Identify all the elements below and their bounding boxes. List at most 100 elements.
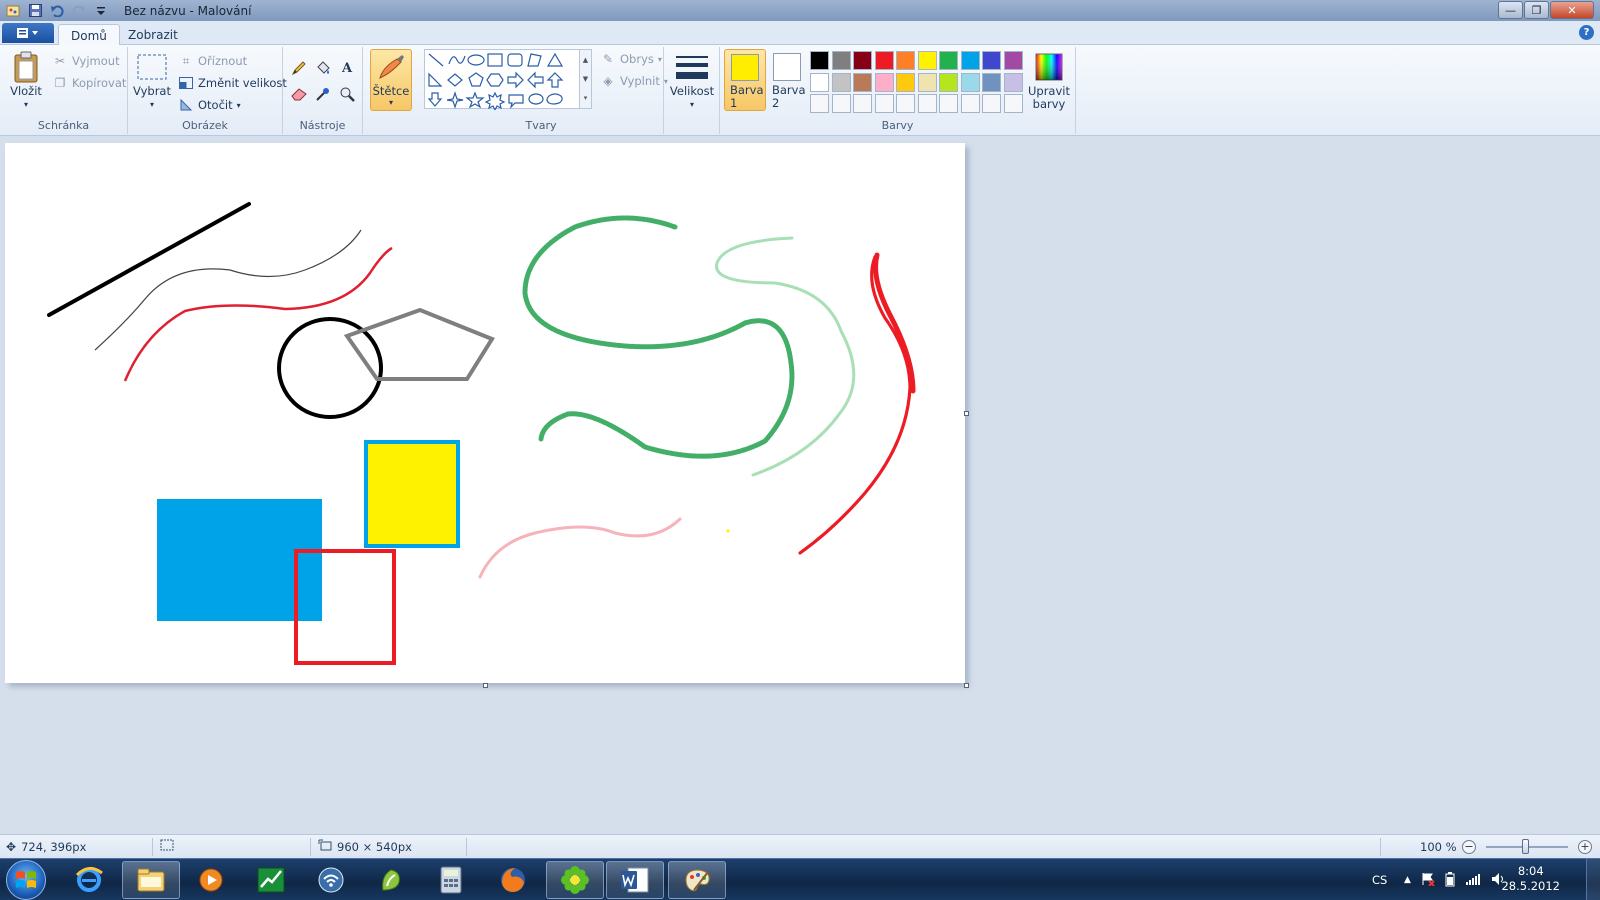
firefox-icon[interactable] xyxy=(484,861,542,899)
magnifier-icon[interactable] xyxy=(336,83,358,105)
taskbar: CS ▲ 8:04 28.5.2012 xyxy=(0,858,1600,900)
size-button[interactable]: Velikost ▾ xyxy=(670,51,714,111)
redo-icon[interactable] xyxy=(70,2,88,19)
rotate-button[interactable]: Otočit ▾ xyxy=(178,97,241,113)
color-swatch[interactable] xyxy=(982,94,1001,113)
help-icon[interactable]: ? xyxy=(1579,25,1594,40)
zoom-out-button[interactable]: − xyxy=(1462,840,1476,854)
scroll-up-icon: ▲ xyxy=(582,55,589,64)
color-swatch[interactable] xyxy=(939,72,958,92)
color-swatch[interactable] xyxy=(917,51,937,70)
app-icon[interactable] xyxy=(362,861,420,899)
text-icon[interactable]: A xyxy=(336,57,358,79)
application-menu-button[interactable] xyxy=(2,23,54,43)
cursor-move-icon: ✥ xyxy=(6,839,17,854)
system-clock[interactable]: 8:04 28.5.2012 xyxy=(1501,864,1560,894)
color-swatch[interactable] xyxy=(917,94,937,113)
color-swatch[interactable] xyxy=(982,51,1001,70)
tray-language[interactable]: CS xyxy=(1372,859,1387,900)
battery-icon[interactable] xyxy=(1445,871,1455,890)
color2-button[interactable]: Barva 2 xyxy=(766,49,808,111)
media-player-icon[interactable] xyxy=(182,861,240,899)
scissors-icon: ✂ xyxy=(54,54,66,68)
color-swatch[interactable] xyxy=(939,94,958,113)
internet-explorer-icon[interactable] xyxy=(60,861,118,899)
close-button[interactable]: ✕ xyxy=(1550,1,1594,19)
edit-colors-button[interactable]: Upravit barvy xyxy=(1026,51,1072,111)
calculator-icon[interactable] xyxy=(422,861,480,899)
color-swatch[interactable] xyxy=(874,72,894,92)
word-icon[interactable] xyxy=(606,861,664,899)
color-swatch[interactable] xyxy=(810,94,829,113)
resize-handle-bottom[interactable] xyxy=(483,683,488,688)
color-swatch[interactable] xyxy=(896,94,915,113)
graph-app-icon[interactable] xyxy=(242,861,300,899)
pencil-icon[interactable] xyxy=(288,57,310,79)
color-picker-icon[interactable] xyxy=(312,83,334,105)
select-button[interactable]: Vybrat ▾ xyxy=(133,51,171,111)
maximize-button[interactable]: ❐ xyxy=(1524,1,1549,19)
eraser-icon[interactable] xyxy=(288,83,310,105)
customize-dropdown-icon[interactable] xyxy=(92,2,110,19)
tab-view[interactable]: Zobrazit xyxy=(116,24,190,46)
color-swatch[interactable] xyxy=(831,72,851,92)
color-swatch[interactable] xyxy=(982,72,1001,92)
crop-button[interactable]: ⌗ Oříznout xyxy=(178,53,248,69)
paste-button[interactable]: Vložit ▾ xyxy=(8,51,44,111)
color-swatch[interactable] xyxy=(960,51,980,70)
resize-button[interactable]: Změnit velikost xyxy=(178,75,287,91)
zoom-in-button[interactable]: + xyxy=(1578,840,1592,854)
selection-size xyxy=(160,835,174,858)
color-swatch[interactable] xyxy=(853,72,872,92)
color-swatch[interactable] xyxy=(1003,94,1023,113)
action-center-icon[interactable] xyxy=(1421,872,1435,889)
color1-swatch xyxy=(731,54,759,81)
shapes-gallery[interactable] xyxy=(424,49,580,112)
icq-icon[interactable] xyxy=(546,861,604,899)
color-swatch[interactable] xyxy=(917,72,937,92)
show-desktop-button[interactable] xyxy=(1586,859,1600,900)
minimize-button[interactable]: — xyxy=(1498,1,1523,19)
explorer-icon[interactable] xyxy=(122,861,180,899)
color-swatch[interactable] xyxy=(810,72,829,92)
color-swatch[interactable] xyxy=(896,72,915,92)
zoom-slider-thumb[interactable] xyxy=(1522,839,1529,854)
copy-button[interactable]: ❐ Kopírovat xyxy=(52,75,127,91)
start-button[interactable] xyxy=(6,860,46,900)
color-swatch[interactable] xyxy=(853,51,872,70)
color-swatch[interactable] xyxy=(831,94,851,113)
tab-home[interactable]: Domů xyxy=(58,24,120,46)
color-swatch[interactable] xyxy=(1003,72,1023,92)
color2-label: Barva 2 xyxy=(772,83,806,110)
color-swatch[interactable] xyxy=(960,72,980,92)
outline-button[interactable]: ✎ Obrys ▾ xyxy=(600,51,662,67)
paint-app-icon[interactable] xyxy=(668,861,726,899)
rotate-icon xyxy=(178,97,194,113)
color-swatch[interactable] xyxy=(874,51,894,70)
resize-handle-corner[interactable] xyxy=(964,683,969,688)
wireless-icon[interactable] xyxy=(302,861,360,899)
color-swatch[interactable] xyxy=(1003,51,1023,70)
drawing-canvas[interactable] xyxy=(5,143,965,683)
color-swatch[interactable] xyxy=(831,51,851,70)
color-swatch[interactable] xyxy=(939,51,958,70)
save-icon[interactable] xyxy=(26,2,44,19)
brushes-button[interactable]: Štětce ▾ xyxy=(370,49,412,111)
color-swatch[interactable] xyxy=(810,51,829,70)
undo-icon[interactable] xyxy=(48,2,66,19)
color-swatch[interactable] xyxy=(896,51,915,70)
show-hidden-icons-icon[interactable]: ▲ xyxy=(1404,875,1411,885)
network-signal-icon[interactable] xyxy=(1465,872,1481,889)
shapes-scroll[interactable]: ▲ ▼ ▾ xyxy=(580,49,592,109)
paint-icon[interactable] xyxy=(4,2,22,19)
quick-access-toolbar xyxy=(0,2,110,19)
fill-icon[interactable] xyxy=(312,57,334,79)
color-swatch[interactable] xyxy=(874,94,894,113)
color-swatch[interactable] xyxy=(853,94,872,113)
fill-shape-button[interactable]: ◈ Vyplnit ▾ xyxy=(600,73,668,89)
color1-button[interactable]: Barva 1 xyxy=(724,49,766,111)
cut-button[interactable]: ✂ Vyjmout xyxy=(52,53,120,69)
clock-date: 28.5.2012 xyxy=(1501,879,1560,893)
color-swatch[interactable] xyxy=(960,94,980,113)
resize-handle-right[interactable] xyxy=(964,411,969,416)
